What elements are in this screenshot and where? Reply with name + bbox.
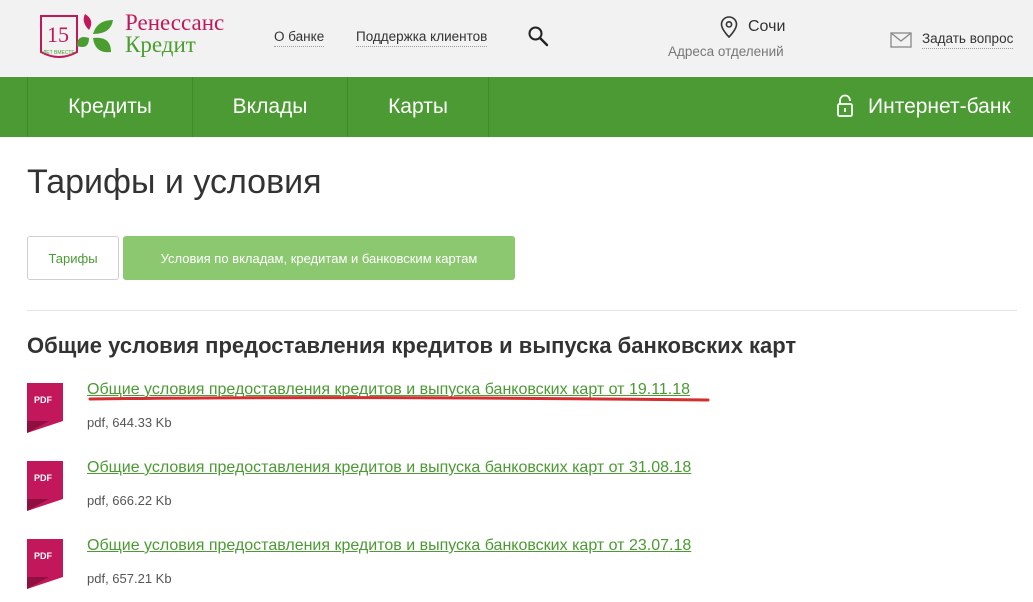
top-header: 15 ЛЕТ ВМЕСТЕ Ренессанс Кредит О банке П… [0, 0, 1033, 77]
red-annotation-underline [88, 396, 710, 402]
nav-item-deposits[interactable]: Вклады [193, 77, 347, 137]
pdf-file-icon[interactable]: PDF [27, 539, 63, 589]
section-divider [27, 310, 1017, 311]
city-name[interactable]: Сочи [748, 18, 785, 36]
document-meta: pdf, 657.21 Kb [87, 571, 172, 586]
document-item: PDF Общие условия предоставления кредито… [27, 459, 787, 521]
document-link[interactable]: Общие условия предоставления кредитов и … [87, 537, 691, 555]
pdf-icon-label: PDF [34, 551, 53, 561]
location-pin-icon [720, 16, 738, 38]
nav-item-credits[interactable]: Кредиты [28, 77, 192, 137]
branch-addresses-link[interactable]: Адреса отделений [668, 44, 784, 59]
document-item: PDF Общие условия предоставления кредито… [27, 537, 787, 599]
lock-icon [837, 94, 853, 117]
mail-icon [890, 32, 912, 48]
ask-question-link[interactable]: Задать вопрос [922, 31, 1014, 49]
document-meta: pdf, 666.22 Kb [87, 493, 172, 508]
bank-logo[interactable]: 15 ЛЕТ ВМЕСТЕ Ренессанс Кредит [37, 10, 247, 62]
pdf-file-icon[interactable]: PDF [27, 383, 63, 433]
city-selector[interactable]: Сочи Адреса отделений [668, 16, 793, 62]
logo-badge-caption: ЛЕТ ВМЕСТЕ [43, 50, 75, 56]
tab-tariffs[interactable]: Тарифы [27, 236, 119, 280]
tab-conditions[interactable]: Условия по вкладам, кредитам и банковски… [123, 236, 515, 280]
pdf-file-icon[interactable]: PDF [27, 461, 63, 511]
logo-emblem-icon: 15 ЛЕТ ВМЕСТЕ [40, 14, 113, 58]
document-link[interactable]: Общие условия предоставления кредитов и … [87, 459, 691, 477]
page-title: Тарифы и условия [27, 163, 322, 201]
section-title: Общие условия предоставления кредитов и … [27, 333, 797, 358]
document-item: PDF Общие условия предоставления кредито… [27, 381, 787, 443]
nav-divider [488, 77, 489, 137]
nav-item-cards[interactable]: Карты [348, 77, 488, 137]
logo-text-line1: Ренессанс [125, 10, 225, 35]
main-navigation: Кредиты Вклады Карты Интернет-банк [0, 77, 1033, 137]
logo-badge-number: 15 [47, 22, 69, 47]
internet-bank-label: Интернет-банк [868, 95, 1011, 118]
search-icon[interactable] [527, 25, 549, 47]
about-bank-link[interactable]: О банке [274, 29, 325, 47]
pdf-icon-label: PDF [34, 395, 53, 405]
document-meta: pdf, 644.33 Kb [87, 415, 172, 430]
customer-support-link[interactable]: Поддержка клиентов [356, 29, 488, 47]
pdf-icon-label: PDF [34, 473, 53, 483]
logo-text-line2: Кредит [125, 32, 196, 57]
